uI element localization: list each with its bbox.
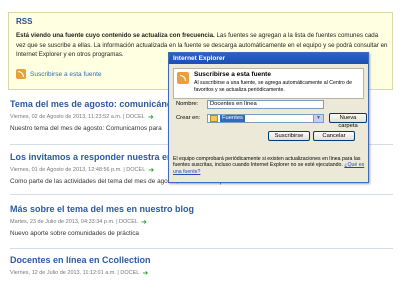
post-title-link[interactable]: Docentes en línea en Ccollection: [10, 255, 151, 265]
rss-description-bold: Está viendo una fuente cuyo contenido se…: [16, 32, 215, 39]
subscribe-link[interactable]: Suscribirse a esta fuente: [30, 71, 102, 78]
dialog-title: Internet Explorer: [173, 55, 226, 62]
post-meta-text: Viernes, 01 de Agosto de 2013, 12:48:56 …: [10, 167, 146, 173]
rss-title: RSS: [16, 17, 33, 26]
rss-feed-icon: [16, 69, 26, 79]
post-title-link[interactable]: Tema del mes de agosto: comunicándonos: [10, 99, 194, 109]
folder-icon: [210, 115, 218, 122]
post-excerpt: Nuevo aporte sobre comunidades de prácti…: [10, 230, 139, 237]
cancel-button[interactable]: Cancelar: [313, 131, 355, 141]
post-meta-text: Viernes, 02 de Agosto de 2013, 11:23:52 …: [10, 114, 145, 120]
go-arrow-icon[interactable]: ➜: [142, 269, 148, 277]
new-folder-button[interactable]: Nueva carpeta: [329, 113, 367, 129]
create-in-value: Fuentes: [220, 115, 245, 122]
list-item: Tema del mes de agosto: comunicándonos V…: [10, 99, 194, 132]
dialog-header-description: Al suscribirse a una fuente, se agrega a…: [194, 80, 353, 93]
create-in-select[interactable]: Fuentes ▼: [207, 114, 324, 123]
post-meta: Viernes, 12 de Julio de 2013, 11:12:01 a…: [10, 269, 151, 277]
subscribe-button[interactable]: Suscribirse: [268, 131, 310, 141]
dialog-titlebar[interactable]: Internet Explorer: [169, 53, 368, 64]
post-meta: Viernes, 02 de Agosto de 2013, 11:23:52 …: [10, 113, 194, 121]
go-arrow-icon[interactable]: ➜: [148, 166, 154, 174]
post-meta: Martes, 23 de Julio de 2013, 04:33:34 p.…: [10, 218, 194, 226]
subscribe-dialog: Internet Explorer Suscribirse a esta fue…: [168, 52, 369, 183]
go-arrow-icon[interactable]: ➜: [148, 113, 154, 121]
dialog-note: El equipo comprobará periódicamente si e…: [173, 156, 366, 175]
list-item: Más sobre el tema del mes en nuestro blo…: [10, 204, 194, 237]
rss-feed-icon: [177, 72, 189, 84]
rss-subscribe-row[interactable]: Suscribirse a esta fuente: [16, 69, 102, 79]
dialog-header-title: Suscribirse a esta fuente: [194, 71, 271, 78]
divider: [10, 194, 393, 195]
post-meta-text: Viernes, 12 de Julio de 2013, 11:12:01 a…: [10, 270, 140, 276]
name-field[interactable]: Docentes en línea: [207, 100, 324, 109]
divider: [10, 248, 393, 249]
name-label: Nombre:: [176, 101, 199, 107]
dialog-header: Suscribirse a esta fuente Al suscribirse…: [173, 68, 364, 99]
post-title-link[interactable]: Más sobre el tema del mes en nuestro blo…: [10, 204, 194, 214]
post-excerpt: Nuestro tema del mes de agosto: Comunica…: [10, 125, 162, 132]
chevron-down-icon[interactable]: ▼: [313, 115, 323, 122]
dialog-note-text: El equipo comprobará periódicamente si e…: [173, 156, 361, 169]
create-in-label: Crear en:: [176, 115, 201, 121]
post-meta-text: Martes, 23 de Julio de 2013, 04:33:34 p.…: [10, 219, 139, 225]
list-item: Docentes en línea en Ccollection Viernes…: [10, 255, 151, 277]
go-arrow-icon[interactable]: ➜: [141, 218, 147, 226]
